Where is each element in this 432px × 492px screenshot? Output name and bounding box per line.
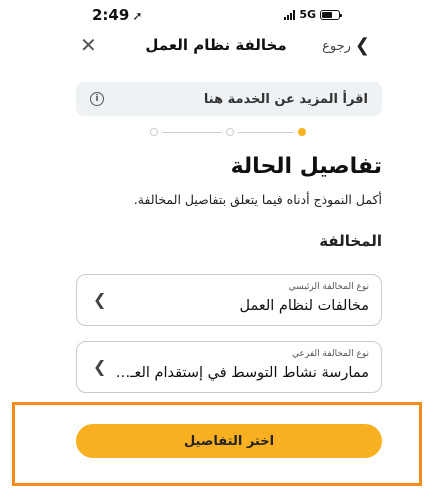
status-time-text: 2:49 <box>92 6 130 24</box>
main-violation-type-label: نوع المخالفة الرئيسي <box>288 282 369 292</box>
status-indicators: 5G <box>284 8 342 21</box>
close-icon[interactable]: ✕ <box>80 34 97 56</box>
battery-icon <box>320 9 342 20</box>
subsection-title: المخالفة <box>319 232 382 250</box>
signal-icon <box>284 9 296 20</box>
choose-details-button[interactable]: اختر التفاصيل <box>76 424 382 458</box>
app-header: ❯ رجوع مخالفة نظام العمل ✕ <box>0 34 432 62</box>
network-label: 5G <box>299 8 316 21</box>
step-dot-1 <box>298 128 306 136</box>
progress-stepper <box>150 125 306 139</box>
sub-violation-type-value: ممارسة نشاط التوسط في إستقدام العـ… <box>115 365 369 381</box>
info-banner[interactable]: i اقرأ المزيد عن الخدمة هنا <box>76 82 382 116</box>
step-dot-2 <box>226 128 234 136</box>
sub-violation-type-label: نوع المخالفة الفرعي <box>292 349 369 359</box>
info-icon: i <box>90 92 104 106</box>
chevron-left-icon: ❮ <box>93 290 107 309</box>
info-banner-text: اقرأ المزيد عن الخدمة هنا <box>203 91 368 107</box>
sub-violation-type-select[interactable]: نوع المخالفة الفرعي ممارسة نشاط التوسط ف… <box>76 341 382 393</box>
status-bar: 2:49 ➚ 5G <box>0 0 432 30</box>
main-violation-type-select[interactable]: نوع المخالفة الرئيسي مخالفات لنظام العمل… <box>76 274 382 326</box>
status-time: 2:49 ➚ <box>92 6 142 24</box>
main-violation-type-value: مخالفات لنظام العمل <box>239 298 369 314</box>
location-arrow-icon: ➚ <box>132 9 143 23</box>
step-dot-3 <box>150 128 158 136</box>
section-description: أكمل النموذج أدناه فيما يتعلق بتفاصيل ال… <box>133 192 382 207</box>
step-connector <box>238 132 294 133</box>
section-title: تفاصيل الحالة <box>230 154 382 179</box>
chevron-left-icon: ❮ <box>93 357 107 376</box>
page-title: مخالفة نظام العمل <box>145 36 287 54</box>
step-connector <box>162 132 222 133</box>
